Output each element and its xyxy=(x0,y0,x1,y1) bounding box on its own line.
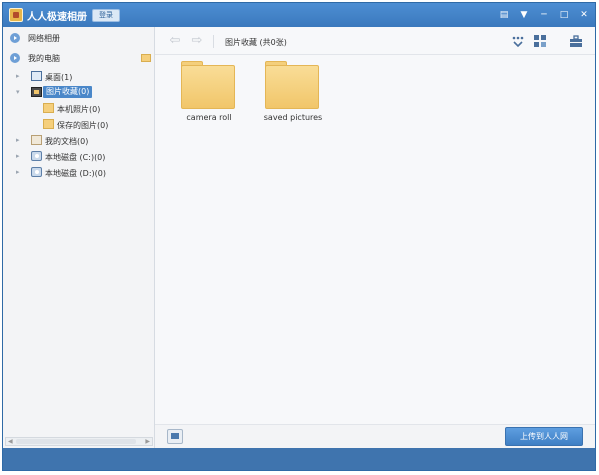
documents-icon xyxy=(31,135,42,145)
close-icon[interactable]: ✕ xyxy=(577,8,591,22)
folder-tile-camera-roll[interactable]: camera roll xyxy=(169,61,249,131)
app-logo-icon xyxy=(9,8,23,22)
sidebar: 网络相册 我的电脑 ▸ 桌面(1) ▾ 图片收藏(0) 本机照片(0) 保存的图… xyxy=(3,27,155,448)
toolbar-divider xyxy=(213,35,214,48)
upload-to-renren-button[interactable]: 上传到人人网 xyxy=(505,427,583,446)
tree-item-my-documents[interactable]: ▸ 我的文档(0) xyxy=(3,132,155,148)
scrollbar-thumb[interactable] xyxy=(16,439,136,444)
sidebar-horizontal-scrollbar[interactable]: ◀ ▶ xyxy=(5,437,153,446)
folder-label: saved pictures xyxy=(263,113,323,122)
app-window: 人人极速相册 登录 ▤ ▼ ─ □ ✕ 网络相册 我的电脑 ▸ 桌面(1) ▾ … xyxy=(2,2,596,471)
disk-icon xyxy=(31,167,42,177)
chevron-right-icon[interactable]: ▸ xyxy=(16,168,24,176)
folder-label: camera roll xyxy=(186,113,232,122)
tree-item-my-documents-label: 我的文档(0) xyxy=(45,137,89,146)
folder-icon xyxy=(43,119,54,129)
maximize-icon[interactable]: □ xyxy=(557,8,571,22)
back-icon[interactable]: ⇦ xyxy=(167,34,183,48)
main-panel: ⇦ ⇨ 图片收藏 (共0张) camera roll saved picture… xyxy=(155,27,595,448)
sidebar-online-album-label: 网络相册 xyxy=(28,34,60,43)
toolbar: ⇦ ⇨ 图片收藏 (共0张) xyxy=(155,27,595,55)
slideshow-icon[interactable] xyxy=(167,429,183,444)
folder-body xyxy=(181,65,235,109)
forward-icon[interactable]: ⇨ xyxy=(189,34,205,48)
login-button[interactable]: 登录 xyxy=(92,9,120,22)
tree-item-saved-pictures[interactable]: 保存的图片(0) xyxy=(3,116,155,132)
sidebar-online-album[interactable]: 网络相册 xyxy=(3,29,155,47)
scroll-left-icon[interactable]: ◀ xyxy=(8,438,13,445)
tree-item-desktop[interactable]: ▸ 桌面(1) xyxy=(3,68,155,84)
tree-item-disk-c-label: 本地磁盘 (C:)(0) xyxy=(45,153,106,162)
folder-body xyxy=(265,65,319,109)
title-bar: 人人极速相册 登录 ▤ ▼ ─ □ ✕ xyxy=(3,3,595,27)
toolbox-icon[interactable] xyxy=(569,34,583,48)
grid-view-icon[interactable] xyxy=(533,34,547,48)
tree-item-disk-d[interactable]: ▸ 本地磁盘 (D:)(0) xyxy=(3,164,155,180)
tree-item-desktop-label: 桌面(1) xyxy=(45,73,73,82)
chevron-down-icon[interactable]: ▾ xyxy=(16,88,24,96)
tree-item-disk-c[interactable]: ▸ 本地磁盘 (C:)(0) xyxy=(3,148,155,164)
photo-collection-icon xyxy=(31,87,42,97)
tree-item-local-photos[interactable]: 本机照片(0) xyxy=(3,100,155,116)
tree-item-local-photos-label: 本机照片(0) xyxy=(57,105,101,114)
tree-item-saved-pictures-label: 保存的图片(0) xyxy=(57,121,109,130)
minimize-icon[interactable]: ─ xyxy=(537,8,551,22)
status-strip xyxy=(3,448,595,470)
scroll-right-icon[interactable]: ▶ xyxy=(145,438,150,445)
view-options-icon[interactable] xyxy=(511,34,525,48)
dropdown-icon[interactable]: ▼ xyxy=(517,8,531,22)
desktop-icon xyxy=(31,71,42,81)
chevron-right-icon[interactable]: ▸ xyxy=(16,152,24,160)
expand-icon xyxy=(10,53,20,63)
breadcrumb: 图片收藏 (共0张) xyxy=(225,38,287,47)
folder-icon xyxy=(43,103,54,113)
sidebar-my-computer[interactable]: 我的电脑 xyxy=(3,49,155,67)
expand-icon xyxy=(10,33,20,43)
message-icon[interactable]: ▤ xyxy=(497,8,511,22)
disk-icon xyxy=(31,151,42,161)
bottom-bar: 上传到人人网 xyxy=(155,424,595,448)
tree-item-photo-collection[interactable]: ▾ 图片收藏(0) xyxy=(3,84,155,100)
folder-add-icon[interactable] xyxy=(141,54,151,62)
folder-tile-saved-pictures[interactable]: saved pictures xyxy=(253,61,333,131)
tree-item-disk-d-label: 本地磁盘 (D:)(0) xyxy=(45,169,106,178)
tree-item-photo-collection-label: 图片收藏(0) xyxy=(43,86,93,98)
sidebar-my-computer-label: 我的电脑 xyxy=(28,54,60,63)
chevron-right-icon[interactable]: ▸ xyxy=(16,72,24,80)
app-title: 人人极速相册 xyxy=(27,12,87,23)
chevron-right-icon[interactable]: ▸ xyxy=(16,136,24,144)
